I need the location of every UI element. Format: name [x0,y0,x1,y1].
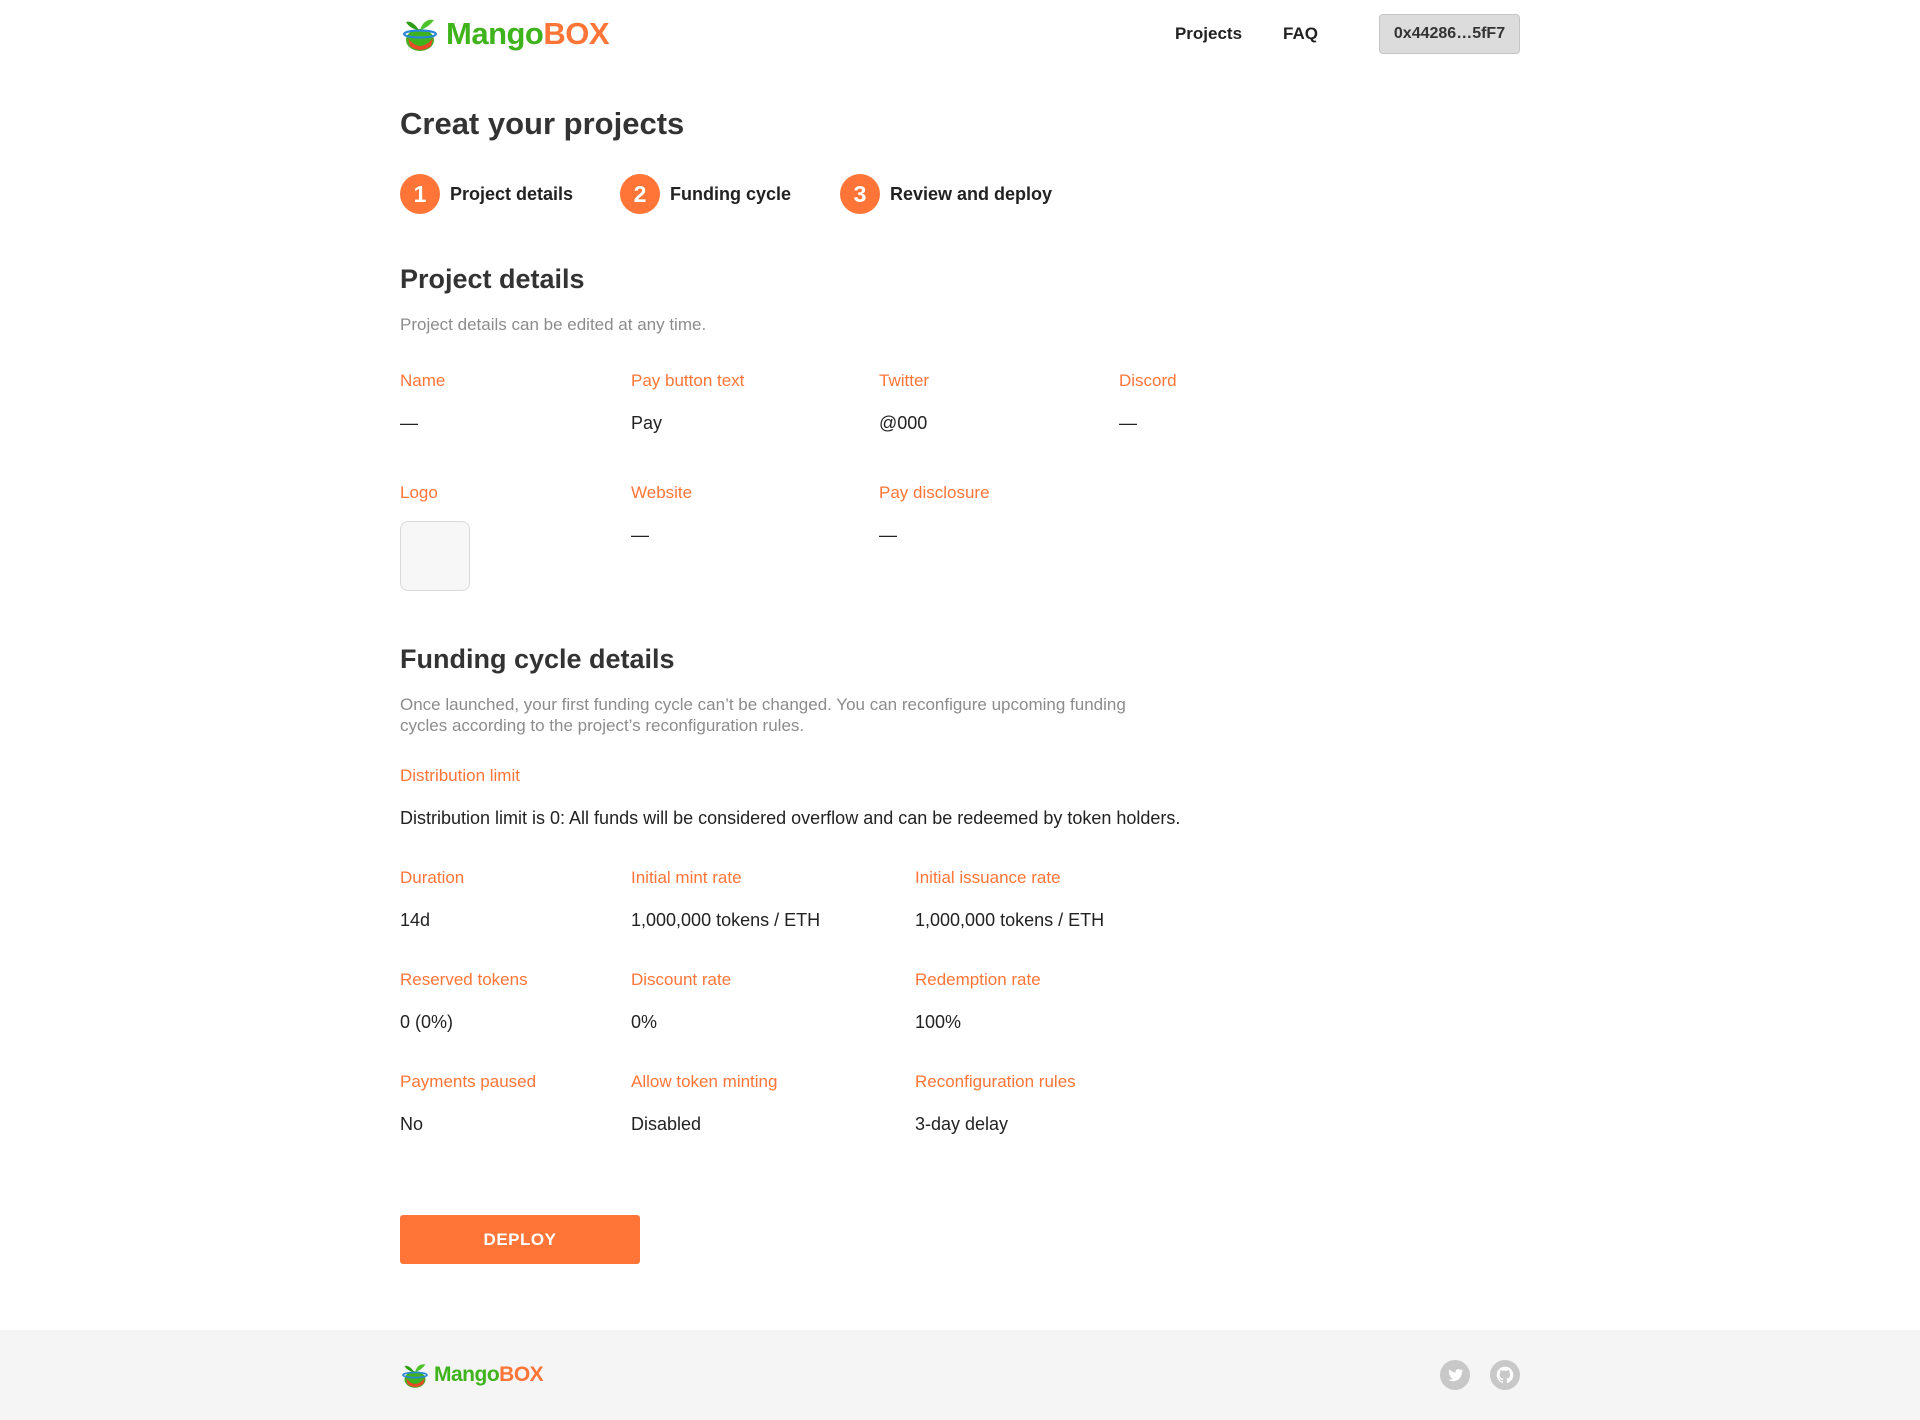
field-website: Website — [631,483,692,546]
field-value: 3-day delay [915,1114,1009,1134]
field-label: Reserved tokens [400,970,528,989]
top-nav: Projects FAQ 0x44286…5fF7 [1175,14,1520,54]
field-logo: Logo [400,483,470,591]
step-number: 3 [840,174,880,214]
nav-projects-link[interactable]: Projects [1175,24,1242,44]
brand-logo[interactable]: MangoBOX [400,14,610,54]
field-label: Twitter [879,371,930,390]
step-label: Review and deploy [890,183,1053,204]
field-value: 0 (0%) [400,1012,454,1032]
step-label: Funding cycle [670,183,792,204]
wallet-address-button[interactable]: 0x44286…5fF7 [1379,14,1520,54]
field-value: — [1119,413,1137,433]
footer-brand-name: MangoBOX [434,1363,544,1387]
step-1[interactable]: 1 Project details [400,174,620,214]
field-reserved-tokens: Reserved tokens 0 (0%) [400,970,528,1033]
field-allow-token-minting: Allow token minting Disabled [631,1072,777,1135]
field-value: Disabled [631,1114,702,1134]
field-duration: Duration 14d [400,868,464,931]
field-label: Initial mint rate [631,868,742,887]
field-value: @000 [879,413,928,433]
field-value: 100% [915,1012,962,1032]
step-label: Project details [450,183,574,204]
field-label: Reconfiguration rules [915,1072,1076,1091]
mango-logo-icon [402,19,438,51]
github-glyph [1496,1366,1514,1384]
field-distribution-limit: Distribution limit Distribution limit is… [400,766,1180,829]
step-indicator: 1 Project details 2 Funding cycle 3 Revi… [400,174,1052,214]
field-value: — [631,525,649,545]
funding-cycle-description: Once launched, your first funding cycle … [400,695,1126,735]
field-label: Distribution limit [400,766,520,785]
field-value: 1,000,000 tokens / ETH [631,910,821,930]
field-label: Logo [400,483,438,502]
field-label: Discord [1119,371,1177,390]
step-number: 1 [400,174,440,214]
field-label: Pay disclosure [879,483,990,502]
brand-name-part2: BOX [499,1363,544,1386]
field-value: 14d [400,910,431,930]
brand-name-part1: Mango [434,1363,500,1386]
nav-faq-link[interactable]: FAQ [1283,24,1318,44]
field-value: — [879,525,897,545]
field-value: 1,000,000 tokens / ETH [915,910,1105,930]
field-reconfiguration-rules: Reconfiguration rules 3-day delay [915,1072,1076,1135]
field-label: Initial issuance rate [915,868,1061,887]
field-label: Website [631,483,693,502]
field-label: Allow token minting [631,1072,778,1091]
field-value: Pay [631,413,663,433]
twitter-glyph [1448,1369,1464,1382]
field-value: No [400,1114,424,1134]
field-discount-rate: Discount rate 0% [631,970,731,1033]
step-3[interactable]: 3 Review and deploy [840,174,1052,214]
brand-name-part1: Mango [446,16,544,51]
field-discord: Discord — [1119,371,1177,434]
field-label: Pay button text [631,371,745,390]
brand-name-part2: BOX [543,16,610,51]
header: MangoBOX Projects FAQ 0x44286…5fF7 [400,0,1520,68]
field-twitter: Twitter @000 [879,371,929,434]
page-title: Creat your projects [400,106,685,141]
github-icon[interactable] [1490,1360,1520,1390]
field-value: 0% [631,1012,658,1032]
field-label: Payments paused [400,1072,537,1091]
deploy-button[interactable]: DEPLOY [400,1215,640,1264]
mango-logo-icon [402,1364,428,1388]
project-details-title: Project details [400,264,585,294]
project-details-description: Project details can be edited at any tim… [400,315,707,334]
step-2[interactable]: 2 Funding cycle [620,174,840,214]
twitter-icon[interactable] [1440,1360,1470,1390]
field-name: Name — [400,371,445,434]
field-label: Discount rate [631,970,732,989]
footer-social-links [1440,1360,1520,1390]
field-value: Distribution limit is 0: All funds will … [400,808,1181,828]
field-value: — [400,413,418,433]
field-payments-paused: Payments paused No [400,1072,536,1135]
step-number: 2 [620,174,660,214]
field-label: Duration [400,868,465,887]
funding-cycle-title: Funding cycle details [400,644,675,674]
field-pay-disclosure: Pay disclosure — [879,483,990,546]
field-pay-button-text: Pay button text Pay [631,371,744,434]
footer: MangoBOX [0,1330,1920,1420]
field-initial-issuance-rate: Initial issuance rate 1,000,000 tokens /… [915,868,1104,931]
field-redemption-rate: Redemption rate 100% [915,970,1041,1033]
field-label: Name [400,371,446,390]
logo-preview [400,521,470,591]
brand-name: MangoBOX [446,16,610,52]
field-initial-mint-rate: Initial mint rate 1,000,000 tokens / ETH [631,868,820,931]
footer-brand-logo[interactable]: MangoBOX [400,1360,544,1390]
field-label: Redemption rate [915,970,1041,989]
